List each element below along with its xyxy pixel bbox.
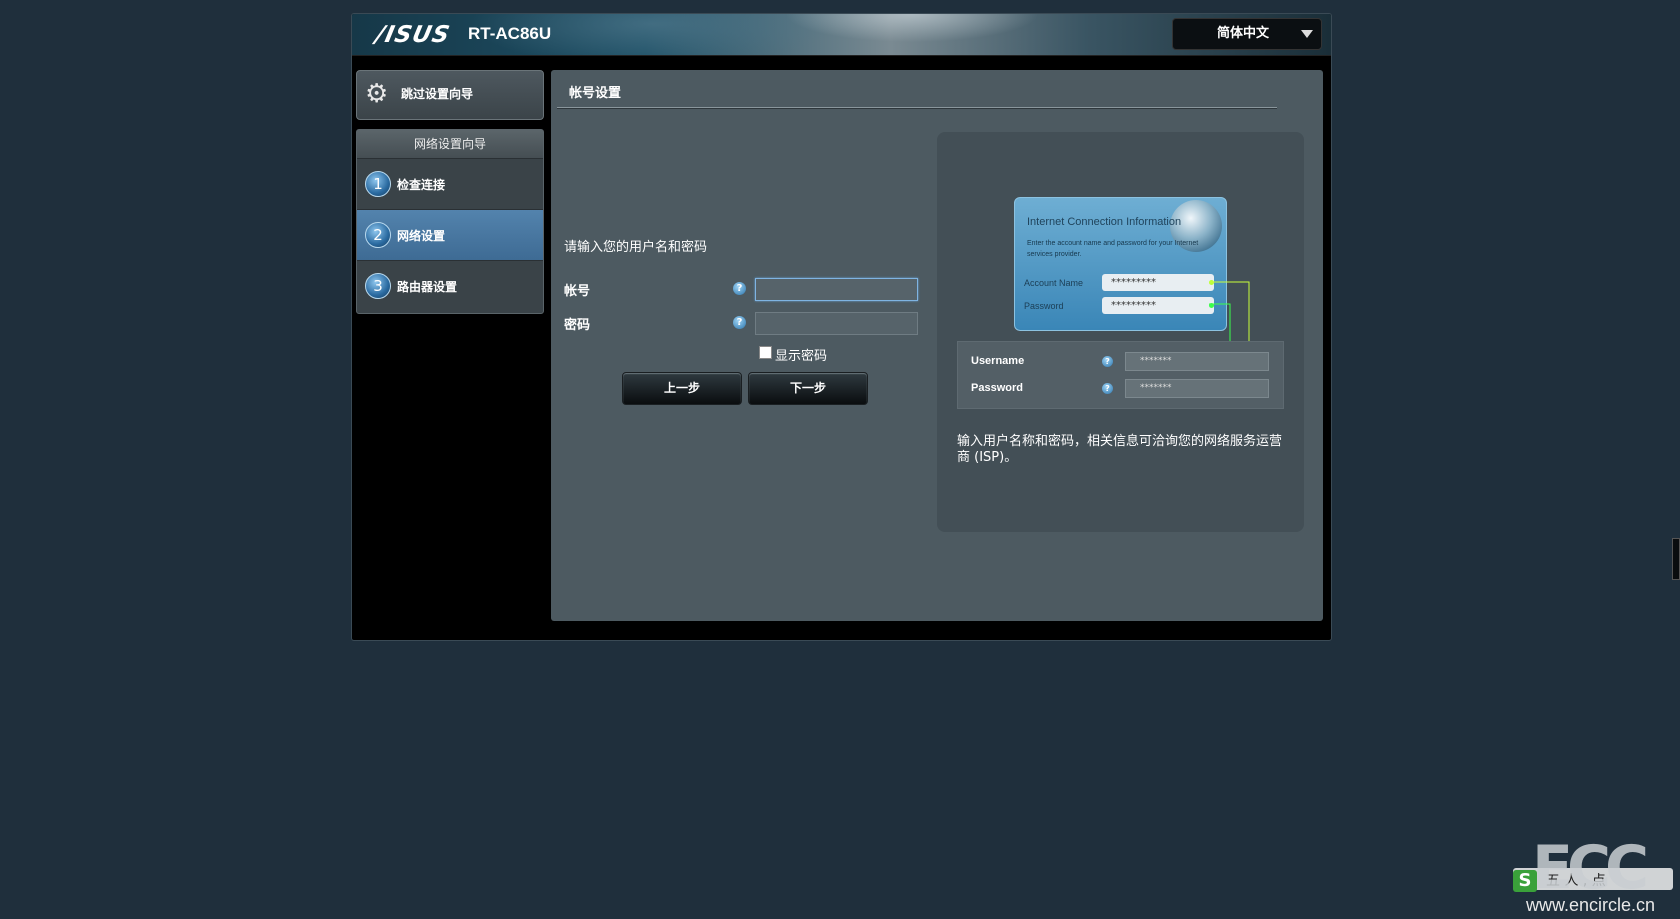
step-router-settings[interactable]: 3 路由器设置 xyxy=(357,261,543,311)
account-label: 帐号 xyxy=(564,284,591,299)
model-name: RT-AC86U xyxy=(468,24,552,43)
help-icon[interactable]: ? xyxy=(733,316,746,329)
help-icon: ? xyxy=(1102,383,1113,394)
language-value: 简体中文 xyxy=(1217,26,1270,41)
language-select[interactable]: 简体中文 xyxy=(1172,18,1322,50)
gear-wrench-icon: ⚙ xyxy=(365,79,389,109)
wizard-title: 网络设置向导 xyxy=(357,130,543,159)
skip-wizard-label: 跳过设置向导 xyxy=(401,87,474,101)
prev-button[interactable]: 上一步 xyxy=(622,372,742,405)
show-password-label[interactable]: 显示密码 xyxy=(775,345,827,364)
account-input[interactable] xyxy=(755,278,918,301)
wizard-steps: 网络设置向导 1 检查连接 2 网络设置 3 路由器设置 xyxy=(356,129,544,314)
chevron-down-icon xyxy=(1301,30,1313,38)
password-label: 密码 xyxy=(564,318,591,333)
mini-form-illustration: Username ? ******* Password ? ******* xyxy=(957,341,1284,409)
account-settings-panel: 帐号设置 请输入您的用户名和密码 帐号 ? 密码 ? 显示密码 上一步 下一步 … xyxy=(551,70,1323,621)
step-network-settings[interactable]: 2 网络设置 xyxy=(357,210,543,261)
asus-logo: /ISUS xyxy=(373,22,453,48)
watermark-url: www.encircle.cn xyxy=(1526,895,1656,915)
mini-password-label: Password xyxy=(971,382,1023,394)
step-number: 2 xyxy=(365,222,391,248)
step-number: 3 xyxy=(365,273,391,299)
password-input[interactable] xyxy=(755,312,918,335)
watermark-logo: ECC xyxy=(1532,833,1649,903)
header-banner: /ISUS RT-AC86U 简体中文 xyxy=(352,14,1331,56)
router-admin-frame: /ISUS RT-AC86U 简体中文 ⚙ 跳过设置向导 网络设置向导 1 检查… xyxy=(351,13,1332,641)
page-title: 帐号设置 xyxy=(569,86,622,101)
step-label: 检查连接 xyxy=(397,178,446,192)
next-button[interactable]: 下一步 xyxy=(748,372,868,405)
show-password-checkbox[interactable] xyxy=(759,346,772,359)
credentials-prompt: 请输入您的用户名和密码 xyxy=(564,240,708,255)
help-icon[interactable]: ? xyxy=(733,282,746,295)
step-label: 路由器设置 xyxy=(397,280,458,294)
mini-password-box: ******* xyxy=(1125,379,1269,398)
title-divider xyxy=(557,107,1277,108)
mini-username-box: ******* xyxy=(1125,352,1269,371)
info-panel: Internet Connection Information Enter th… xyxy=(937,132,1304,532)
mini-username-label: Username xyxy=(971,355,1025,367)
step-check-connection[interactable]: 1 检查连接 xyxy=(357,159,543,210)
step-label: 网络设置 xyxy=(397,229,446,243)
skip-wizard-button[interactable]: ⚙ 跳过设置向导 xyxy=(356,70,544,120)
side-handle[interactable] xyxy=(1672,538,1680,580)
isp-description: 输入用户名称和密码，相关信息可洽询您的网络服务运营商 (ISP)。 xyxy=(957,434,1283,465)
step-number: 1 xyxy=(365,171,391,197)
connector-lines xyxy=(1209,281,1250,391)
help-icon: ? xyxy=(1102,356,1113,367)
